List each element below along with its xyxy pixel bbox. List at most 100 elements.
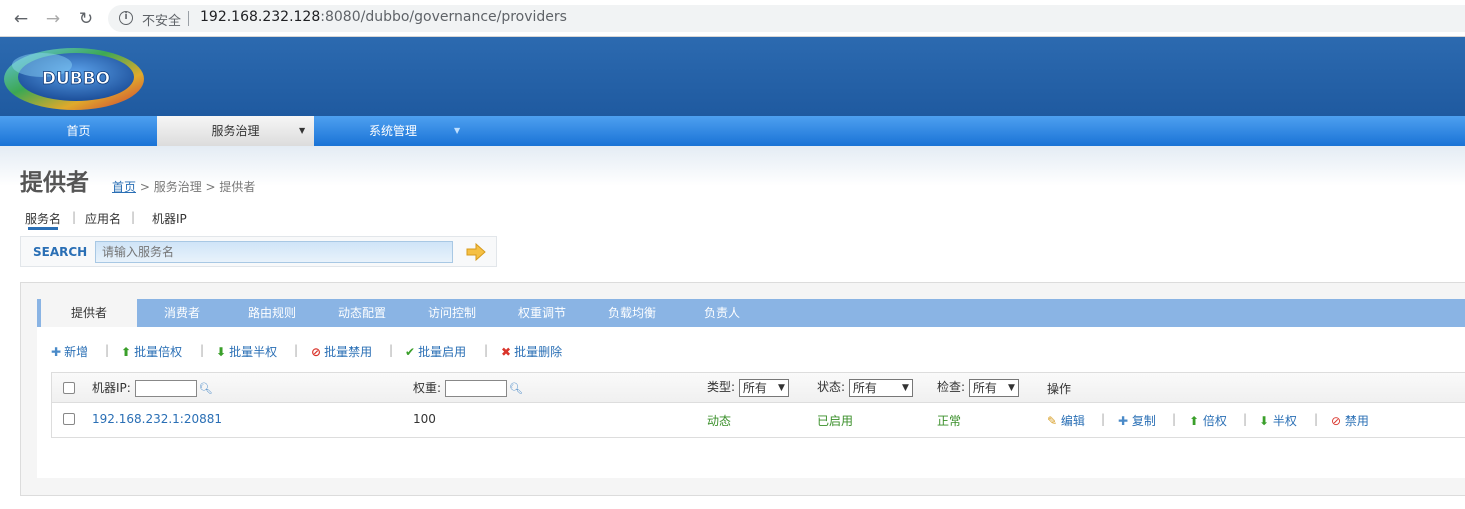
- browser-toolbar: ← → ↻ i 不安全 192.168.232.128:8080/dubbo/g…: [0, 0, 1465, 37]
- type-header-label: 类型:: [707, 380, 736, 394]
- check-select[interactable]: 所有 ▼: [968, 378, 1019, 397]
- action-divider: |: [1243, 412, 1248, 426]
- menu-governance[interactable]: 服务治理 ▼: [157, 116, 314, 146]
- disable-button[interactable]: ⊘ 禁用: [1331, 412, 1369, 429]
- weight-filter: 权重: 🔍︎: [413, 379, 523, 397]
- search-tab-ip[interactable]: 机器IP: [152, 210, 187, 227]
- info-icon[interactable]: i: [119, 11, 133, 25]
- arrow-up-icon: ⬆: [1189, 414, 1200, 428]
- plus-icon: ✚: [1118, 414, 1129, 428]
- ip-filter: 机器IP: 🔍︎: [92, 379, 213, 397]
- arrow-down-icon: ⬇: [216, 345, 227, 359]
- batch-disable-label: 批量禁用: [324, 345, 373, 359]
- pencil-icon: ✎: [1047, 414, 1058, 428]
- search-icon[interactable]: 🔍︎: [509, 382, 523, 395]
- row-checkbox[interactable]: [63, 413, 75, 425]
- breadcrumb-trail: > 服务治理 > 提供者: [136, 180, 256, 194]
- weight-header-label: 权重:: [413, 381, 442, 395]
- batch-double-weight-label: 批量倍权: [134, 345, 183, 359]
- action-divider: |: [1101, 412, 1106, 426]
- arrow-up-icon: ⬆: [121, 345, 132, 359]
- logo-text: DUBBO: [42, 69, 110, 89]
- add-label: 新增: [64, 345, 89, 359]
- edit-button[interactable]: ✎ 编辑: [1047, 412, 1085, 429]
- content-inner: 提供者 消费者 路由规则 动态配置 访问控制 权重调节 负载均衡 负责人 ✚ 新增…: [37, 299, 1465, 478]
- arrow-right-icon[interactable]: [465, 242, 487, 262]
- forward-icon[interactable]: →: [43, 9, 63, 29]
- toolbar-divider: |: [294, 343, 299, 357]
- back-icon[interactable]: ←: [11, 9, 31, 29]
- search-tab-service[interactable]: 服务名: [25, 210, 61, 227]
- type-select-value: 所有: [742, 380, 767, 395]
- select-all-checkbox[interactable]: [63, 382, 75, 394]
- ip-header-label: 机器IP:: [92, 381, 131, 395]
- tab-access-control[interactable]: 访问控制: [407, 299, 497, 327]
- double-weight-label: 倍权: [1202, 414, 1227, 428]
- ban-icon: ⊘: [1331, 414, 1342, 428]
- batch-disable-button[interactable]: ⊘ 批量禁用: [311, 343, 372, 360]
- provider-address-link[interactable]: 192.168.232.1:20881: [92, 412, 222, 426]
- url-text: 192.168.232.128:8080/dubbo/governance/pr…: [200, 9, 567, 25]
- weight-filter-input[interactable]: [444, 380, 507, 397]
- tab-owners[interactable]: 负责人: [677, 299, 767, 327]
- row-actions: ✎ 编辑 | ✚ 复制 | ⬆ 倍权 | ⬇ 半权 | ⊘ 禁用: [1047, 412, 1465, 428]
- search-icon[interactable]: 🔍︎: [199, 382, 213, 395]
- search-label: SEARCH: [33, 245, 88, 259]
- section-tabs: 提供者 消费者 路由规则 动态配置 访问控制 权重调节 负载均衡 负责人: [37, 299, 1465, 327]
- batch-half-weight-label: 批量半权: [229, 345, 278, 359]
- breadcrumb-home-link[interactable]: 首页: [112, 180, 136, 194]
- active-search-tab-indicator: [28, 227, 58, 230]
- menu-system[interactable]: 系统管理 ▼: [314, 116, 471, 146]
- tab-providers[interactable]: 提供者: [37, 299, 137, 327]
- table-row: 192.168.232.1:20881 100 动态 已启用 正常 ✎ 编辑 |…: [52, 403, 1465, 437]
- search-input[interactable]: [95, 241, 453, 263]
- search-tab-application[interactable]: 应用名: [85, 210, 121, 227]
- toolbar-divider: |: [389, 343, 394, 357]
- status-select[interactable]: 所有 ▼: [848, 378, 913, 397]
- copy-label: 复制: [1131, 414, 1156, 428]
- tab-dynamic-config[interactable]: 动态配置: [317, 299, 407, 327]
- tab-consumers[interactable]: 消费者: [137, 299, 227, 327]
- address-bar[interactable]: i 不安全 192.168.232.128:8080/dubbo/governa…: [108, 5, 1465, 32]
- reload-icon[interactable]: ↻: [76, 9, 96, 29]
- menu-home[interactable]: 首页: [0, 116, 157, 146]
- search-tab-divider: |: [131, 210, 136, 224]
- batch-delete-button[interactable]: ✖ 批量删除: [501, 343, 562, 360]
- check-filter: 检查: 所有 ▼: [937, 378, 1019, 397]
- chevron-down-icon: ▼: [777, 382, 785, 393]
- arrow-down-icon: ⬇: [1259, 414, 1270, 428]
- copy-button[interactable]: ✚ 复制: [1118, 412, 1156, 429]
- menu-governance-label: 服务治理: [211, 124, 260, 138]
- status-select-value: 所有: [852, 380, 877, 395]
- tab-load-balance[interactable]: 负载均衡: [587, 299, 677, 327]
- disable-label: 禁用: [1344, 414, 1369, 428]
- provider-type: 动态: [707, 414, 732, 428]
- batch-enable-label: 批量启用: [418, 345, 467, 359]
- tab-routes[interactable]: 路由规则: [227, 299, 317, 327]
- toolbar-divider: |: [105, 343, 110, 357]
- add-button[interactable]: ✚ 新增: [51, 343, 88, 360]
- ops-header: 操作: [1047, 382, 1072, 396]
- batch-enable-button[interactable]: ✔ 批量启用: [405, 343, 466, 360]
- batch-double-weight-button[interactable]: ⬆ 批量倍权: [121, 343, 182, 360]
- plus-icon: ✚: [51, 345, 62, 359]
- tab-weights[interactable]: 权重调节: [497, 299, 587, 327]
- half-weight-label: 半权: [1272, 414, 1297, 428]
- check-header-label: 检查:: [937, 380, 966, 394]
- status-header-label: 状态:: [817, 380, 846, 394]
- type-select[interactable]: 所有 ▼: [738, 378, 789, 397]
- address-divider: [188, 11, 189, 26]
- menu-system-label: 系统管理: [369, 124, 418, 138]
- chevron-down-icon: ▼: [1007, 382, 1015, 393]
- batch-delete-label: 批量删除: [514, 345, 563, 359]
- chevron-down-icon: ▼: [901, 382, 909, 393]
- provider-status: 已启用: [817, 414, 854, 428]
- half-weight-button[interactable]: ⬇ 半权: [1259, 412, 1297, 429]
- insecure-label: 不安全: [142, 14, 182, 29]
- ip-filter-input[interactable]: [134, 380, 197, 397]
- dubbo-logo[interactable]: DUBBO: [2, 43, 146, 111]
- ban-icon: ⊘: [311, 345, 322, 359]
- action-divider: |: [1314, 412, 1319, 426]
- batch-half-weight-button[interactable]: ⬇ 批量半权: [216, 343, 277, 360]
- double-weight-button[interactable]: ⬆ 倍权: [1189, 412, 1227, 429]
